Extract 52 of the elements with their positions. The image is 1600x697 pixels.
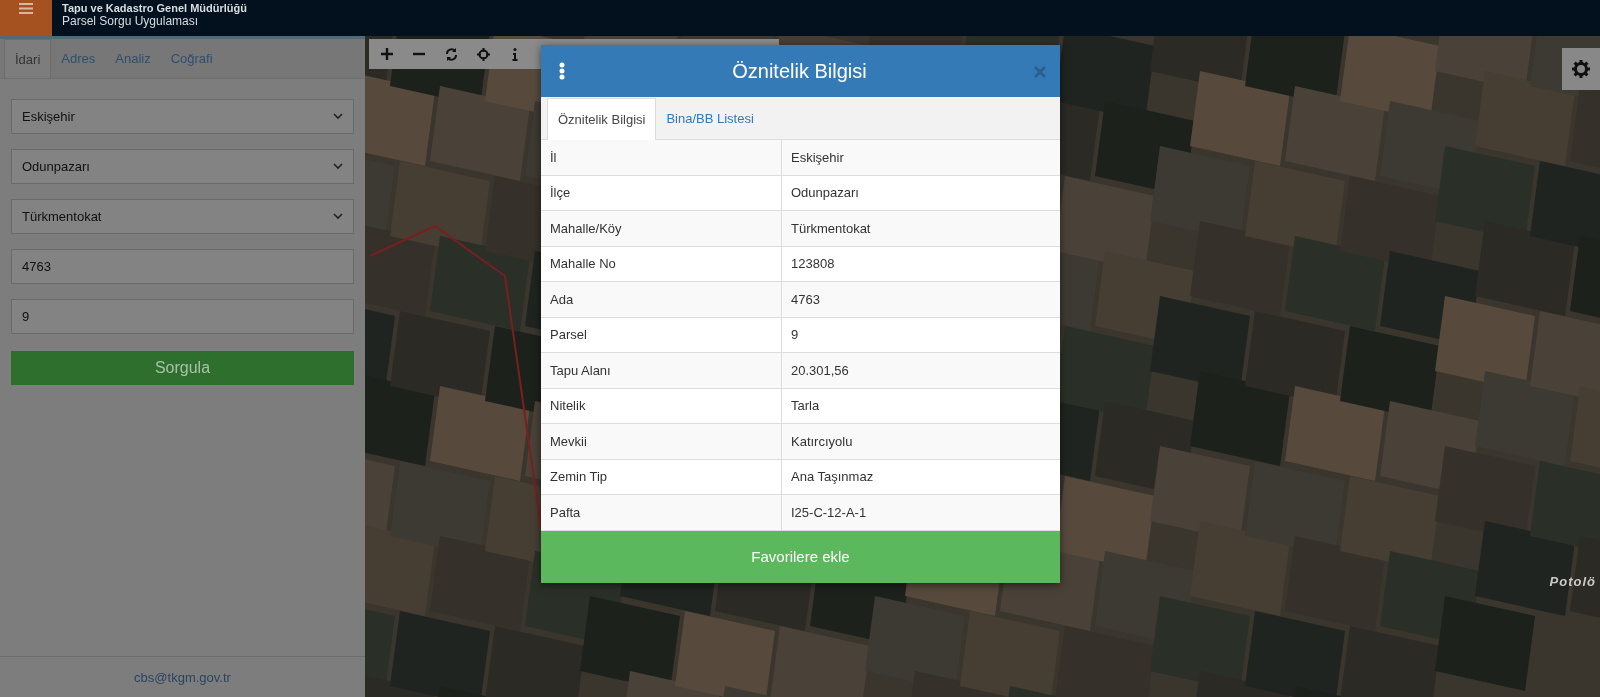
query-button[interactable]: Sorgula	[11, 351, 354, 385]
attribute-label: Nitelik	[549, 397, 587, 416]
attribute-value: 123808	[781, 246, 1060, 281]
attribute-value: Odunpazarı	[781, 175, 1060, 210]
attribute-label: Parsel	[549, 326, 588, 345]
attribute-value: 9	[781, 317, 1060, 352]
attribute-label: Mahalle/Köy	[549, 219, 623, 238]
crosshair-icon	[476, 47, 490, 61]
attribute-value: I25-C-12-A-1	[781, 495, 1060, 530]
caret-icon	[333, 213, 343, 220]
caret-icon	[333, 113, 343, 120]
attribute-value: Türkmentokat	[781, 211, 1060, 246]
attribute-label: Mevkii	[549, 432, 588, 451]
dropdown-field[interactable]: Odunpazarı	[11, 149, 354, 184]
add-favorites-button[interactable]: Favorilere ekle	[541, 530, 1060, 583]
modal-tab[interactable]: Bina/BB Listesi	[656, 98, 764, 139]
attribute-label: Ada	[549, 290, 575, 309]
map-place-label: Potolö	[1549, 574, 1596, 589]
info-icon	[512, 47, 518, 61]
kebab-icon	[559, 62, 565, 80]
attribute-label: Mahalle No	[549, 255, 617, 274]
attribute-label: Tapu Alanı	[549, 361, 612, 380]
attribute-value: Katırcıyolu	[781, 424, 1060, 459]
dropdown-field[interactable]: Türkmentokat	[11, 199, 354, 234]
attribute-value: 20.301,56	[781, 353, 1060, 388]
close-icon	[1034, 65, 1046, 78]
menu-button[interactable]	[0, 0, 52, 36]
modal-title: Öznitelik Bilgisi	[732, 59, 867, 83]
attribute-label: İl	[549, 148, 558, 167]
attribute-label: İlçe	[549, 184, 572, 203]
plus-icon	[381, 48, 393, 60]
attribute-label: Zemin Tip	[549, 468, 609, 487]
app-title: Tapu ve Kadastro Genel Müdürlüğü	[62, 2, 247, 14]
settings-icon	[1572, 60, 1590, 78]
attribute-value: Ana Taşınmaz	[781, 459, 1060, 494]
panel-tab[interactable]: İdari	[4, 39, 52, 78]
menu-icon	[19, 3, 33, 14]
attribute-value: Eskişehir	[781, 140, 1060, 175]
attribute-value: 4763	[781, 282, 1060, 317]
refresh-icon	[444, 47, 458, 61]
minus-icon	[413, 52, 425, 56]
settings-button[interactable]	[1562, 48, 1600, 90]
app-subtitle: Parsel Sorgu Uygulaması	[62, 14, 200, 28]
modal-tab[interactable]: Öznitelik Bilgisi	[547, 98, 657, 140]
input-field[interactable]: 4763	[11, 249, 354, 284]
attribute-value: Tarla	[781, 388, 1060, 423]
more-options-button[interactable]	[559, 62, 565, 80]
caret-icon	[333, 163, 343, 170]
email-link[interactable]: cbs@tkgm.gov.tr	[134, 669, 231, 685]
dropdown-field[interactable]: Eskişehir	[11, 99, 354, 134]
attribute-label: Pafta	[549, 503, 582, 522]
input-field[interactable]: 9	[11, 299, 354, 334]
